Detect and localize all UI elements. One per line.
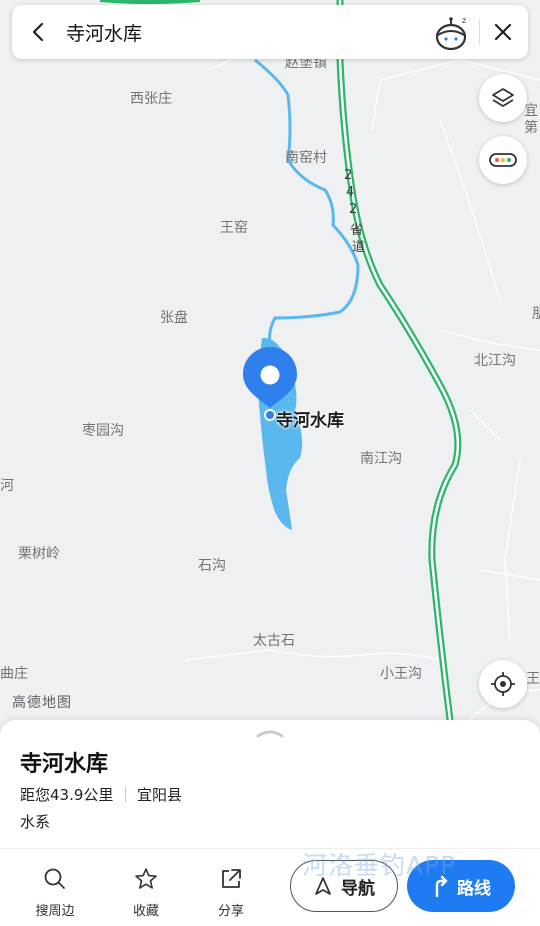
poi-detail-sheet[interactable]: 寺河水库 距您43.9公里 宜阳县 水系 搜周边 收藏 分享 导航 路线 河洛垂… (0, 720, 540, 926)
road-label: 道 (352, 240, 366, 255)
locate-button[interactable] (479, 660, 527, 708)
sheet-handle-icon[interactable] (254, 726, 286, 740)
traffic-button[interactable] (479, 136, 527, 184)
minor-road (439, 329, 540, 351)
layers-icon (492, 88, 514, 107)
locate-icon (491, 672, 515, 696)
info-divider (125, 786, 126, 802)
place-label: 枣园沟 (82, 423, 124, 439)
poi-map-label[interactable]: 寺河水库 (276, 406, 344, 431)
search-icon (44, 868, 65, 889)
layers-button[interactable] (479, 74, 527, 122)
place-label: 石沟 (198, 558, 226, 574)
minor-road (504, 459, 521, 641)
close-icon[interactable] (490, 19, 516, 45)
search-divider (479, 19, 480, 45)
minor-road (469, 409, 501, 441)
road-label: 4 (346, 185, 355, 200)
svg-text:z: z (462, 16, 466, 25)
watermark: 河洛垂钓APP (302, 851, 457, 880)
search-bar[interactable]: 寺河水库 z (12, 5, 528, 59)
place-label: 南窑村 (285, 150, 327, 166)
poi-dot (264, 409, 276, 421)
place-label: 王 (526, 671, 540, 687)
place-label: 第 (524, 120, 538, 136)
place-label: 曲庄 (0, 666, 28, 682)
minor-road (184, 649, 441, 661)
star-icon (135, 868, 157, 889)
sheet-divider (0, 848, 540, 849)
poi-county: 宜阳县 (137, 786, 183, 804)
place-label: 朋 (532, 306, 540, 322)
place-label: 张盘 (160, 310, 188, 326)
search-query[interactable]: 寺河水库 (66, 19, 142, 46)
poi-category: 水系 (20, 813, 51, 831)
place-label: 栗树岭 (18, 546, 60, 562)
back-arrow-icon[interactable] (26, 19, 52, 45)
nearby-label: 搜周边 (35, 904, 75, 919)
traffic-icon (489, 153, 517, 167)
map-logo: 高德地图 (12, 695, 72, 711)
place-label: 北江沟 (474, 353, 516, 369)
favorite-button[interactable]: 收藏 (116, 866, 176, 919)
place-label: 小王沟 (380, 666, 422, 682)
route-label: 路线 (457, 878, 491, 899)
place-label: 南江沟 (360, 451, 402, 467)
place-label: 西张庄 (130, 91, 172, 107)
poi-title: 寺河水库 (20, 752, 109, 777)
share-label: 分享 (217, 904, 244, 919)
voice-assistant-icon[interactable]: z (432, 13, 472, 53)
poi-distance: 距您43.9公里 (20, 786, 114, 804)
minor-road (479, 569, 540, 581)
highway-top (99, 0, 201, 4)
road-label: 2 (349, 202, 358, 217)
share-icon (222, 869, 241, 888)
place-label: 王窑 (220, 220, 248, 236)
highway-outer (336, 0, 462, 721)
favorite-label: 收藏 (132, 904, 159, 919)
nearby-button[interactable]: 搜周边 (25, 866, 85, 919)
place-label: 太古石 (253, 633, 295, 649)
place-label: 河 (0, 478, 14, 494)
share-button[interactable]: 分享 (201, 866, 261, 919)
road-label: 2 (344, 168, 353, 183)
